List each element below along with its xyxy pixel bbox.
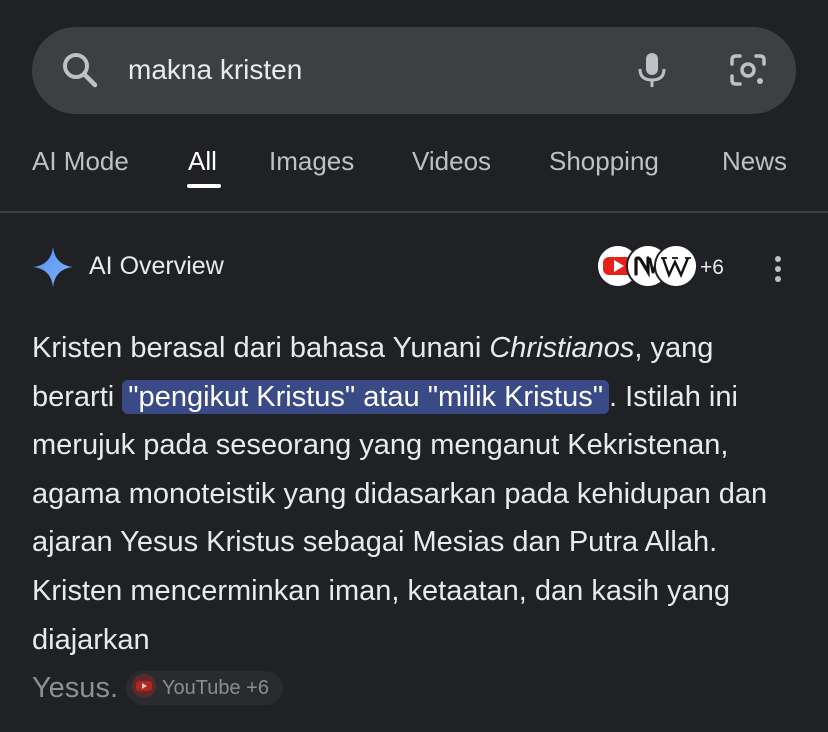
google-lens-icon[interactable] bbox=[726, 50, 770, 90]
tab-all[interactable]: All bbox=[188, 146, 217, 176]
ai-sparkle-icon bbox=[33, 247, 73, 287]
sources-more-count[interactable]: +6 bbox=[700, 255, 724, 281]
ai-overview-text: Kristen berasal dari bahasa Yunani Chris… bbox=[32, 324, 802, 713]
more-options-icon[interactable] bbox=[766, 254, 790, 284]
tab-news[interactable]: News bbox=[722, 146, 787, 176]
divider bbox=[0, 211, 828, 213]
citation-chip[interactable]: YouTube +6 bbox=[126, 670, 283, 705]
faded-text: Yesus. bbox=[32, 672, 118, 705]
text-part: . Istilah ini merujuk pada seseorang yan… bbox=[32, 380, 768, 656]
youtube-icon bbox=[132, 674, 156, 699]
citation-chip-label: YouTube +6 bbox=[162, 676, 269, 699]
search-tabs: AI Mode All Images Videos Shopping News bbox=[0, 140, 828, 212]
search-icon[interactable] bbox=[60, 50, 100, 90]
tab-ai-mode[interactable]: AI Mode bbox=[32, 146, 129, 176]
search-input[interactable]: makna kristen bbox=[128, 50, 302, 90]
ai-overview-title: AI Overview bbox=[89, 252, 224, 280]
microphone-icon[interactable] bbox=[632, 50, 672, 90]
highlighted-text[interactable]: "pengikut Kristus" atau "milik Kristus" bbox=[122, 379, 609, 414]
source-icons[interactable] bbox=[596, 244, 698, 288]
active-tab-indicator bbox=[187, 184, 221, 188]
tab-shopping[interactable]: Shopping bbox=[549, 146, 659, 176]
wikipedia-icon[interactable] bbox=[654, 244, 698, 288]
tab-videos[interactable]: Videos bbox=[412, 146, 491, 176]
text-part: Kristen berasal dari bahasa Yunani bbox=[32, 332, 490, 364]
tab-images[interactable]: Images bbox=[269, 146, 354, 176]
text-italic: Christianos bbox=[489, 332, 635, 364]
